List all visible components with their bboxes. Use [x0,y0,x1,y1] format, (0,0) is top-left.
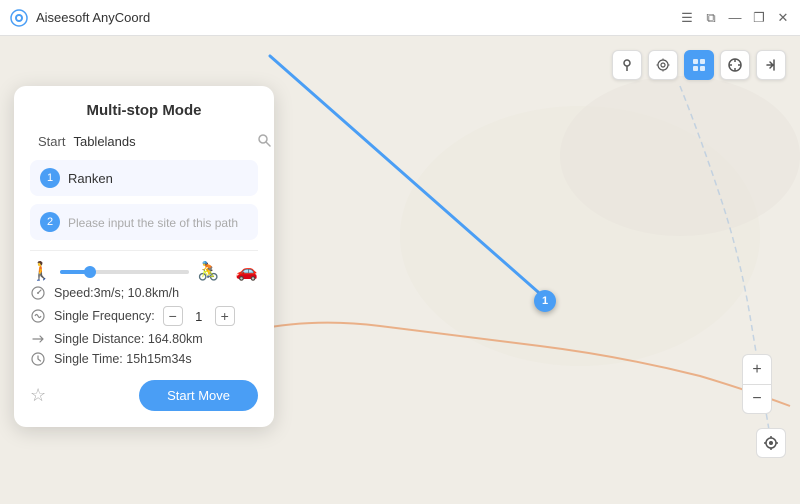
zoom-controls: + − [742,354,772,414]
start-move-btn[interactable]: Start Move [139,380,258,411]
app-logo [10,9,28,27]
start-label: Start [38,134,65,149]
frequency-label: Single Frequency: [54,309,155,323]
speed-info-row: Speed:3m/s; 10.8km/h [30,286,258,300]
close-btn[interactable]: ✕ [776,11,790,25]
distance-icon [30,332,46,346]
frequency-control: − 1 + [163,306,235,326]
app-title: Aiseesoft AnyCoord [36,10,680,25]
joystick-mode-btn[interactable] [720,50,750,80]
panel-footer: ☆ Start Move [30,380,258,411]
frequency-value: 1 [191,309,207,324]
pin-mode-btn[interactable] [612,50,642,80]
time-icon [30,352,46,366]
exit-btn[interactable] [756,50,786,80]
stop-2-num: 2 [40,212,60,232]
favorite-btn[interactable]: ☆ [30,385,46,406]
map-toolbar [612,50,786,80]
stop-1-input[interactable] [68,171,248,186]
speed-icon [30,286,46,300]
start-input[interactable] [73,134,249,149]
maximize-btn[interactable]: ❐ [752,11,766,25]
route-mode-btn[interactable] [648,50,678,80]
speed-slider[interactable] [60,270,189,274]
search-icon[interactable] [257,133,271,150]
stop-1-num: 1 [40,168,60,188]
frequency-icon [30,309,46,323]
freq-minus-btn[interactable]: − [163,306,183,326]
map-marker-1: 1 [534,290,556,312]
zoom-in-btn[interactable]: + [742,354,772,384]
start-input-row: Start [30,133,258,150]
multi-stop-mode-btn[interactable] [684,50,714,80]
panel-title: Multi-stop Mode [30,102,258,119]
mode-selector: 🚶 🚴 🚗 [30,261,258,282]
menu-icon[interactable]: ☰ [680,11,694,25]
locate-btn[interactable] [756,428,786,458]
walk-mode-icon[interactable]: 🚶 [30,261,52,282]
stop-1-row: 1 [30,160,258,196]
window-controls: ☰ ⧉ — ❐ ✕ [680,11,790,25]
minimize-btn[interactable]: — [728,11,742,25]
divider-1 [30,250,258,251]
multi-stop-panel: Multi-stop Mode Start 1 2 [14,86,274,427]
distance-label: Single Distance: 164.80km [54,332,203,346]
car-mode-icon[interactable]: 🚗 [236,261,258,282]
frequency-info-row: Single Frequency: − 1 + [30,306,258,326]
restore-btn[interactable]: ⧉ [704,11,718,25]
time-label: Single Time: 15h15m34s [54,352,192,366]
bike-mode-icon[interactable]: 🚴 [197,261,219,282]
speed-label: Speed:3m/s; 10.8km/h [54,286,179,300]
slider-thumb [84,266,96,278]
time-info-row: Single Time: 15h15m34s [30,352,258,366]
title-bar: Aiseesoft AnyCoord ☰ ⧉ — ❐ ✕ [0,0,800,36]
distance-info-row: Single Distance: 164.80km [30,332,258,346]
stop-2-row: 2 [30,204,258,240]
zoom-out-btn[interactable]: − [742,384,772,414]
map-area[interactable]: 1 + − Multi-stop Mode [0,36,800,504]
freq-plus-btn[interactable]: + [215,306,235,326]
stop-2-input[interactable] [68,215,248,230]
